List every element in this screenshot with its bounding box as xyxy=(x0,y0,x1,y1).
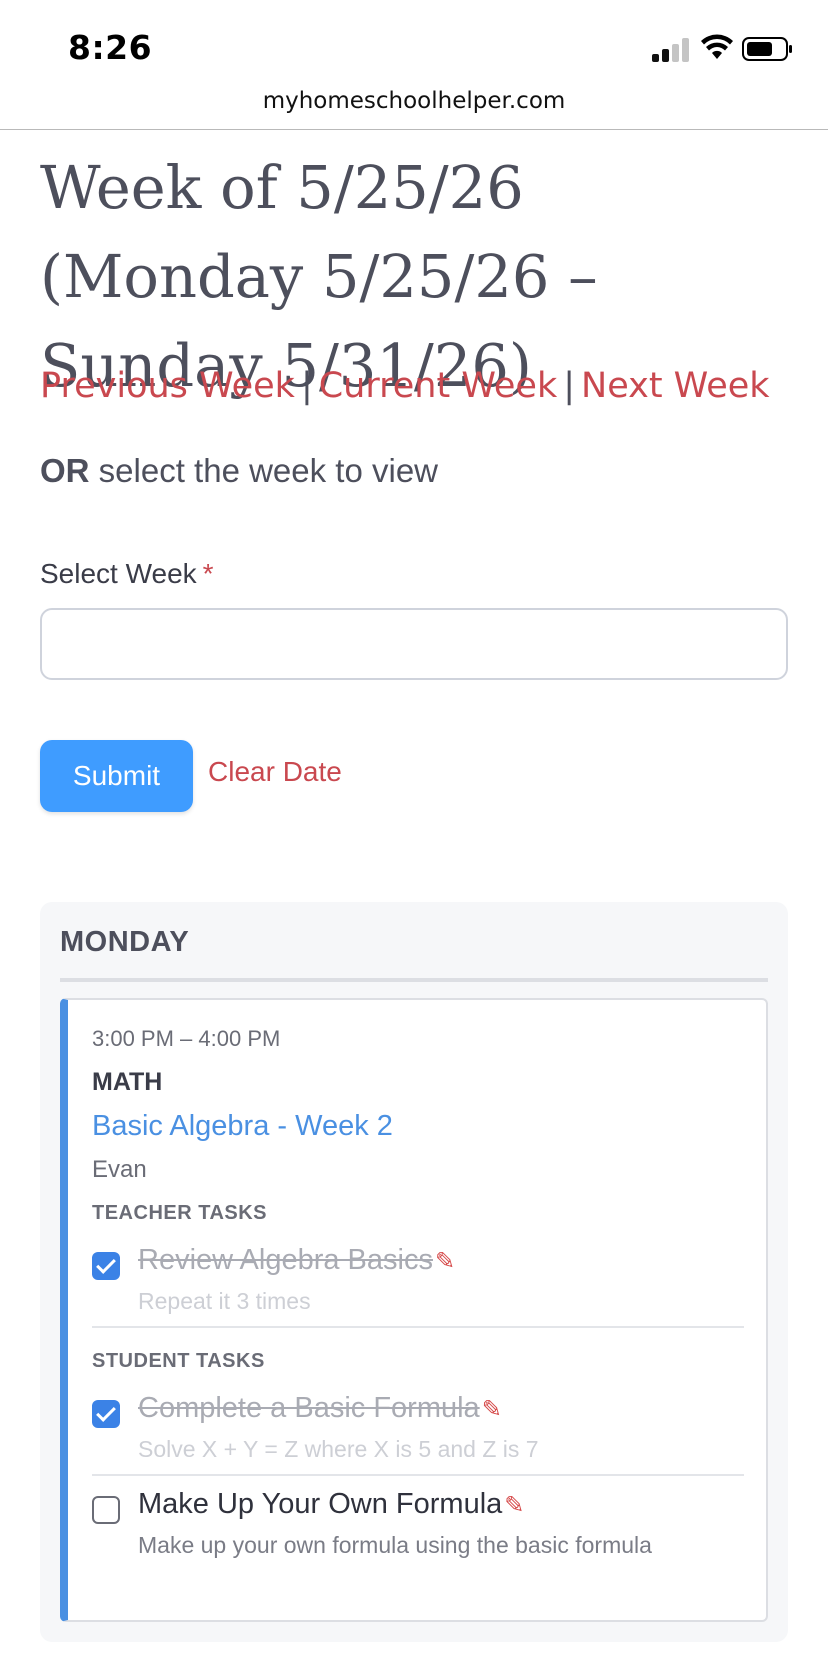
or-emphasis: OR xyxy=(40,452,90,489)
url-text: myhomeschoolhelper.com xyxy=(262,88,566,114)
next-week-link[interactable]: Next Week xyxy=(581,366,770,406)
task-checkbox-unchecked[interactable] xyxy=(92,1496,120,1524)
select-week-label: Select Week * xyxy=(40,558,214,590)
task-title[interactable]: Complete a Basic Formula✎ xyxy=(138,1392,502,1425)
edit-pencil-icon[interactable]: ✎ xyxy=(482,1395,502,1424)
nav-separator: | xyxy=(563,366,576,406)
day-card-monday: MONDAY 3:00 PM – 4:00 PM MATH Basic Alge… xyxy=(40,902,788,1642)
task-title[interactable]: Make Up Your Own Formula✎ xyxy=(138,1488,524,1521)
previous-week-link[interactable]: Previous Week xyxy=(40,366,295,406)
student-tasks-label: STUDENT TASKS xyxy=(92,1350,265,1372)
event-lesson-link[interactable]: Basic Algebra - Week 2 xyxy=(92,1110,393,1143)
status-time: 8:26 xyxy=(68,28,153,67)
cellular-signal-icon xyxy=(652,36,692,62)
task-title-text: Complete a Basic Formula xyxy=(138,1392,480,1424)
task-note: Repeat it 3 times xyxy=(138,1288,311,1314)
teacher-tasks-label: TEACHER TASKS xyxy=(92,1202,268,1224)
select-week-input[interactable] xyxy=(40,608,788,680)
task-checkbox-checked[interactable] xyxy=(92,1252,120,1280)
current-week-link[interactable]: Current Week xyxy=(319,366,557,406)
task-checkbox-checked[interactable] xyxy=(92,1400,120,1428)
task-divider xyxy=(92,1326,744,1328)
event-time: 3:00 PM – 4:00 PM xyxy=(92,1026,281,1051)
nav-separator: | xyxy=(300,366,313,406)
wifi-icon xyxy=(701,34,733,59)
day-divider xyxy=(60,978,768,982)
status-bar: 8:26 xyxy=(0,0,828,88)
instruction-text: select the week to view xyxy=(89,452,438,489)
submit-button[interactable]: Submit xyxy=(40,740,193,812)
clear-date-link[interactable]: Clear Date xyxy=(208,756,342,788)
event-subject: MATH xyxy=(92,1068,163,1096)
task-title-text: Review Algebra Basics xyxy=(138,1244,433,1276)
required-asterisk: * xyxy=(202,558,214,589)
week-navigation: Previous Week | Current Week | Next Week xyxy=(40,366,770,406)
edit-pencil-icon[interactable]: ✎ xyxy=(504,1491,524,1520)
task-note: Solve X + Y = Z where X is 5 and Z is 7 xyxy=(138,1436,539,1462)
task-title[interactable]: Review Algebra Basics✎ xyxy=(138,1244,455,1277)
edit-pencil-icon[interactable]: ✎ xyxy=(435,1247,455,1276)
task-title-text: Make Up Your Own Formula xyxy=(138,1488,503,1520)
battery-icon xyxy=(742,37,792,61)
select-week-instruction: OR select the week to view xyxy=(40,452,438,490)
day-title: MONDAY xyxy=(60,926,190,958)
task-divider xyxy=(92,1474,744,1476)
event-card[interactable]: 3:00 PM – 4:00 PM MATH Basic Algebra - W… xyxy=(60,998,768,1622)
event-student: Evan xyxy=(92,1156,147,1183)
task-note: Make up your own formula using the basic… xyxy=(138,1532,652,1558)
select-week-label-text: Select Week xyxy=(40,558,197,589)
browser-url-bar[interactable]: myhomeschoolhelper.com xyxy=(0,86,828,130)
